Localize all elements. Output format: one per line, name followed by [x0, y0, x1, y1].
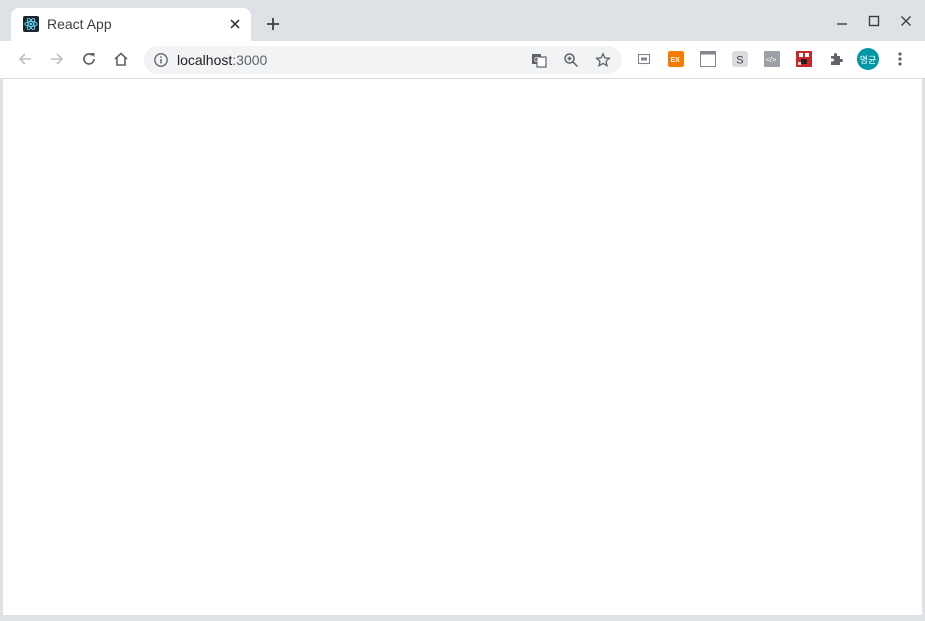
svg-text:EX: EX: [671, 57, 681, 64]
page-viewport: [3, 79, 922, 615]
url-port: :3000: [232, 52, 268, 68]
cast-extension-icon[interactable]: [636, 51, 652, 67]
window-frame-bottom: [0, 615, 925, 621]
code-extension-icon[interactable]: </>: [764, 51, 780, 67]
new-tab-icon[interactable]: [264, 15, 282, 33]
ex-extension-icon[interactable]: EX: [668, 51, 684, 67]
tab-react-app[interactable]: React App: [11, 8, 251, 41]
translate-icon[interactable]: G: [531, 52, 547, 68]
url-host: localhost: [177, 52, 233, 68]
back-icon[interactable]: [13, 47, 37, 71]
window-extension-icon[interactable]: [700, 51, 716, 67]
zoom-icon[interactable]: [563, 52, 579, 68]
profile-avatar[interactable]: 명균: [857, 48, 879, 70]
browser-toolbar: localhost:3000 G EX S </> 명균: [0, 41, 925, 79]
home-icon[interactable]: [109, 47, 133, 71]
url-text[interactable]: localhost:3000: [177, 52, 267, 68]
site-info-icon[interactable]: [153, 52, 169, 68]
puzzle-extensions-icon[interactable]: [828, 51, 844, 67]
forward-icon[interactable]: [45, 47, 69, 71]
svg-text:S: S: [736, 55, 743, 67]
s-extension-icon[interactable]: S: [732, 51, 748, 67]
minimize-icon[interactable]: [833, 12, 851, 30]
pixel-extension-icon[interactable]: [796, 51, 812, 67]
reload-icon[interactable]: [77, 47, 101, 71]
react-logo-icon: [23, 16, 39, 32]
tab-title: React App: [47, 16, 112, 32]
close-window-icon[interactable]: [897, 12, 915, 30]
more-menu-icon[interactable]: [892, 51, 908, 67]
bookmark-star-icon[interactable]: [595, 52, 611, 68]
tab-close-icon[interactable]: [227, 16, 243, 32]
maximize-icon[interactable]: [865, 12, 883, 30]
address-bar[interactable]: localhost:3000 G: [144, 46, 622, 74]
svg-text:</>: </>: [766, 55, 777, 64]
svg-text:G: G: [534, 57, 539, 64]
title-bar: React App: [0, 0, 925, 41]
